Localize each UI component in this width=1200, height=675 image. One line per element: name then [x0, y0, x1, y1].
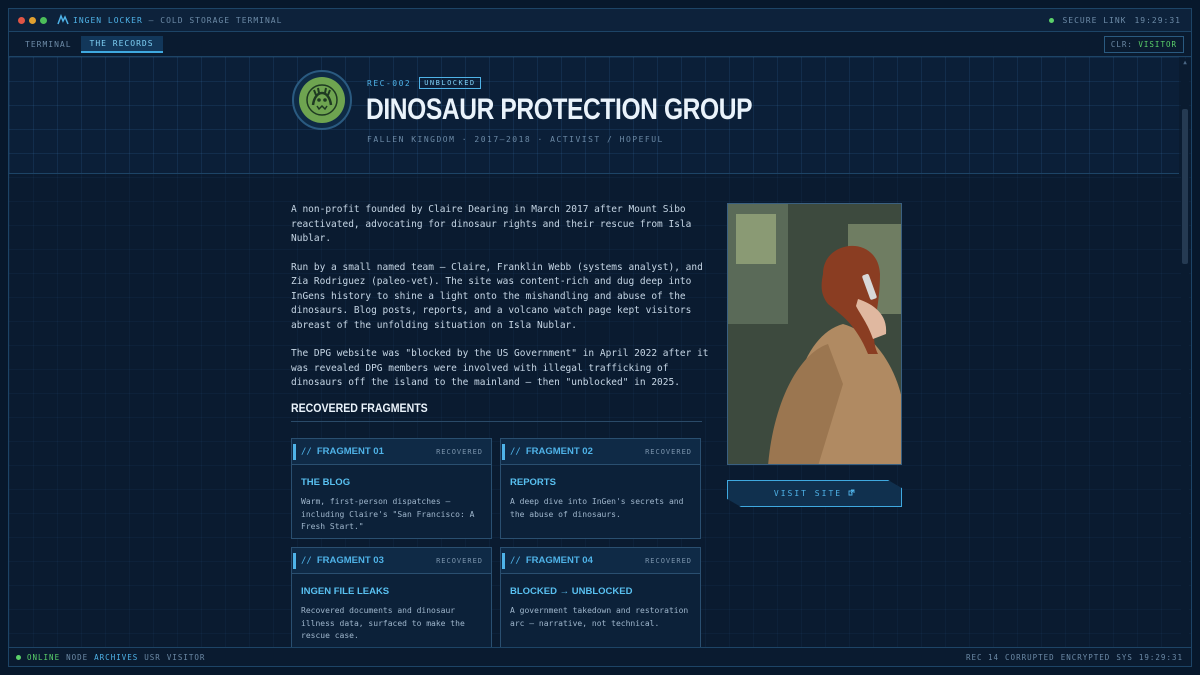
fragment-title: THE BLOG — [301, 477, 351, 488]
visit-site-label: VISIT SITE — [773, 489, 843, 498]
external-link-icon — [848, 489, 855, 498]
status-bar: ONLINE NODE ARCHIVES USR VISITOR REC 14 … — [9, 647, 1191, 666]
clock: 19:29:31 — [1134, 15, 1181, 25]
rec-state: CORRUPTED — [1005, 652, 1055, 662]
usr-label: USR — [144, 652, 161, 662]
fragment-header: // FRAGMENT 03 RECOVERED — [292, 548, 491, 574]
fragment-card[interactable]: // FRAGMENT 04 RECOVERED BLOCKED → UNBLO… — [500, 547, 701, 648]
paragraph: A non-profit founded by Claire Dearing i… — [291, 204, 692, 244]
record-subtitle: FALLEN KINGDOM · 2017–2018 · ACTIVIST / … — [367, 135, 664, 144]
page-title: DINOSAUR PROTECTION GROUP — [366, 93, 753, 126]
titlebar-status: SECURE LINK 19:29:31 — [1049, 16, 1181, 25]
fragment-card[interactable]: // FRAGMENT 01 RECOVERED THE BLOG Warm, … — [291, 438, 492, 539]
minimize-button[interactable] — [29, 16, 36, 24]
status-badge: UNBLOCKED — [419, 77, 481, 89]
app-name: INGEN LOCKER — [73, 15, 143, 25]
fragment-accent — [293, 552, 296, 569]
record-description: A non-profit founded by Claire Dearing i… — [291, 203, 711, 405]
visit-site-button[interactable]: VISIT SITE — [727, 480, 902, 507]
section-title-text: RECOVERED FRAGMENTS — [291, 401, 428, 415]
dinosaur-emblem-icon — [299, 77, 345, 123]
dpg-emblem — [292, 70, 352, 130]
slash-icon: // — [510, 446, 521, 457]
fragment-title: REPORTS — [510, 477, 556, 488]
fragment-header: // FRAGMENT 01 RECOVERED — [292, 439, 491, 465]
window-subtitle: — COLD STORAGE TERMINAL — [148, 15, 283, 25]
secure-link-indicator-icon — [1049, 17, 1055, 23]
fragment-status: RECOVERED — [645, 556, 692, 565]
fragment-status: RECOVERED — [645, 447, 692, 456]
clearance-value: VISITOR — [1138, 39, 1177, 49]
slash-icon: // — [510, 555, 521, 566]
tab-the-records[interactable]: THE RECORDS — [80, 35, 163, 53]
fragment-title: INGEN FILE LEAKS — [301, 586, 390, 597]
sys-time: 19:29:31 — [1138, 652, 1183, 662]
scroll-up-icon[interactable]: ▲ — [1181, 59, 1189, 67]
fragment-header: // FRAGMENT 04 RECOVERED — [501, 548, 700, 574]
tab-terminal[interactable]: TERMINAL — [16, 37, 81, 52]
rec-label: REC 14 — [965, 652, 1000, 662]
fragment-body: A government takedown and restoration ar… — [510, 606, 689, 628]
fragment-status: RECOVERED — [436, 447, 483, 456]
terminal-window: INGEN LOCKER — COLD STORAGE TERMINAL SEC… — [8, 8, 1192, 667]
clearance-label: CLR: — [1110, 39, 1133, 49]
fragment-accent — [502, 443, 505, 460]
record-meta: REC-002 UNBLOCKED — [367, 77, 481, 89]
fragment-status: RECOVERED — [436, 556, 483, 565]
fragment-name: FRAGMENT 01 — [316, 446, 384, 457]
window-title: INGEN LOCKER — COLD STORAGE TERMINAL — [73, 16, 282, 25]
fragment-body: Recovered documents and dinosaur illness… — [301, 606, 465, 640]
encryption-status: ENCRYPTED — [1060, 652, 1111, 662]
fragment-name: FRAGMENT 04 — [525, 555, 593, 566]
fragment-header: // FRAGMENT 02 RECOVERED — [501, 439, 700, 465]
node-value: ARCHIVES — [94, 652, 139, 662]
slash-icon: // — [301, 555, 312, 566]
fragment-accent — [293, 443, 296, 460]
clearance-badge: CLR: VISITOR — [1103, 35, 1184, 53]
maximize-button[interactable] — [40, 16, 47, 24]
vertical-scrollbar[interactable]: ▲ ▼ — [1181, 59, 1189, 654]
record-header: REC-002 UNBLOCKED DINOSAUR PROTECTION GR… — [9, 57, 1179, 174]
window-controls — [15, 16, 47, 24]
status-left: ONLINE NODE ARCHIVES USR VISITOR — [16, 653, 205, 662]
secure-link-label: SECURE LINK — [1062, 15, 1127, 25]
close-button[interactable] — [18, 16, 25, 24]
sys-label: SYS — [1116, 652, 1133, 662]
claire-photo — [727, 203, 902, 465]
recovered-fragments-heading: RECOVERED FRAGMENTS — [291, 401, 702, 422]
fragment-title: BLOCKED → UNBLOCKED — [510, 586, 633, 597]
paragraph: Run by a small named team — Claire, Fran… — [291, 261, 703, 331]
status-right: REC 14 CORRUPTED ENCRYPTED SYS 19:29:31 — [966, 653, 1183, 662]
fragment-card[interactable]: // FRAGMENT 03 RECOVERED INGEN FILE LEAK… — [291, 547, 492, 648]
usr-value: VISITOR — [166, 652, 206, 662]
scroll-thumb[interactable] — [1182, 109, 1188, 264]
slash-icon: // — [301, 446, 312, 457]
record-id: REC-002 — [367, 78, 412, 88]
fragment-name: FRAGMENT 03 — [316, 555, 384, 566]
nav-bar: TERMINAL THE RECORDS CLR: VISITOR — [9, 32, 1191, 57]
fragment-accent — [502, 552, 505, 569]
title-bar: INGEN LOCKER — COLD STORAGE TERMINAL SEC… — [9, 9, 1191, 32]
paragraph: The DPG website was "blocked by the US G… — [291, 348, 709, 388]
online-indicator-icon — [16, 654, 21, 660]
fragment-name: FRAGMENT 02 — [525, 446, 593, 457]
fragment-card[interactable]: // FRAGMENT 02 RECOVERED REPORTS A deep … — [500, 438, 701, 539]
ingen-logo-icon — [57, 13, 69, 26]
fragment-body: Warm, first-person dispatches — includin… — [301, 497, 475, 531]
node-label: NODE — [66, 652, 89, 662]
fragment-body: A deep dive into InGen's secrets and the… — [510, 497, 684, 519]
online-status: ONLINE — [27, 652, 61, 662]
